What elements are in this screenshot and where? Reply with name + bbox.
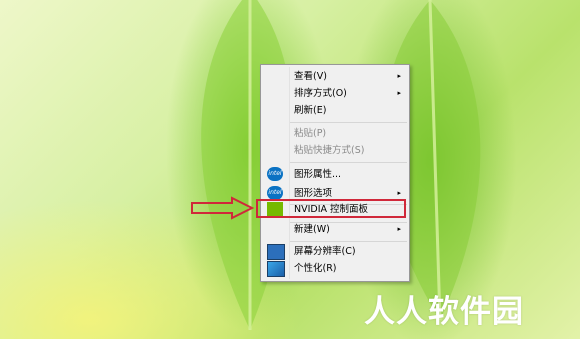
submenu-arrow-icon: ▸ — [397, 89, 401, 97]
intel-icon: intel — [267, 186, 283, 200]
menu-separator — [290, 122, 407, 123]
watermark: 人人软件园 — [364, 294, 524, 330]
menu-item-paste[interactable]: 粘贴(P) — [263, 125, 407, 142]
menu-item-paste-shortcut[interactable]: 粘贴快捷方式(S) — [263, 142, 407, 159]
submenu-arrow-icon: ▸ — [397, 72, 401, 80]
menu-item-label: 排序方式(O) — [294, 88, 347, 99]
intel-icon: intel — [267, 167, 283, 181]
menu-item-refresh[interactable]: 刷新(E) — [263, 102, 407, 119]
red-arrow-icon — [191, 196, 255, 220]
menu-item-graphics-properties[interactable]: intel 图形属性... — [263, 166, 407, 183]
menu-item-personalize[interactable]: 个性化(R) — [263, 260, 407, 277]
menu-item-screen-resolution[interactable]: 屏幕分辨率(C) — [263, 243, 407, 260]
menu-item-label: 粘贴快捷方式(S) — [294, 145, 365, 156]
menu-item-label: 屏幕分辨率(C) — [294, 246, 356, 257]
menu-item-sort-by[interactable]: 排序方式(O) ▸ — [263, 85, 407, 102]
menu-item-view[interactable]: 查看(V) ▸ — [263, 68, 407, 85]
menu-separator — [290, 241, 407, 242]
menu-item-label: 个性化(R) — [294, 263, 337, 274]
display-icon — [267, 244, 285, 260]
desktop-context-menu: 查看(V) ▸ 排序方式(O) ▸ 刷新(E) 粘贴(P) 粘贴快捷方式(S) … — [260, 64, 410, 282]
menu-separator — [290, 162, 407, 163]
menu-item-label: 查看(V) — [294, 71, 327, 82]
submenu-arrow-icon: ▸ — [397, 225, 401, 233]
menu-item-label: 刷新(E) — [294, 105, 327, 116]
menu-item-label: 图形属性... — [294, 169, 342, 180]
menu-item-label: 新建(W) — [294, 224, 330, 235]
menu-item-label: 粘贴(P) — [294, 128, 327, 139]
nvidia-highlight-box — [256, 199, 406, 218]
personalize-icon — [267, 261, 285, 277]
menu-item-new[interactable]: 新建(W) ▸ — [263, 221, 407, 238]
